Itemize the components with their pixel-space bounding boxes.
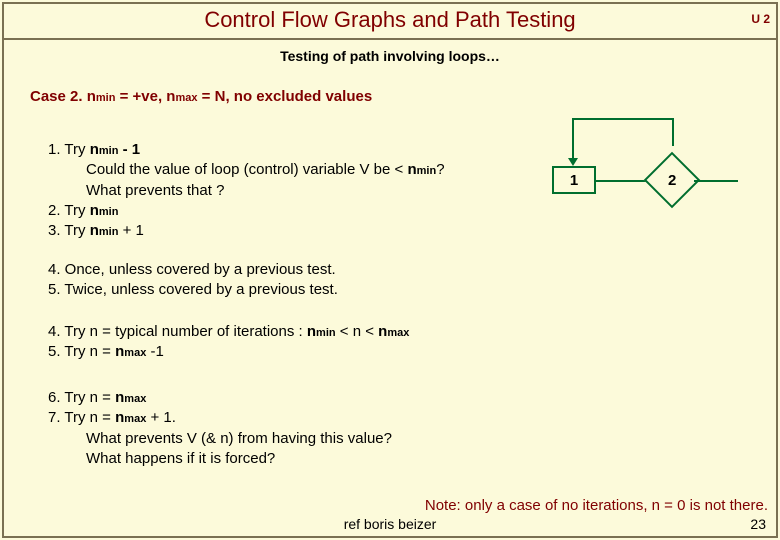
b4l1a: 6. Try n = <box>48 389 115 406</box>
node-1-label: 1 <box>570 172 578 189</box>
b4l2a: 7. Try n = <box>48 409 115 426</box>
b1l4b: n <box>90 202 99 219</box>
b3l1a: 4. Try n = typical number of iterations … <box>48 323 307 340</box>
b1l1s: min <box>99 145 119 157</box>
block-1: 1. Try nmin - 1 Could the value of loop … <box>48 140 445 241</box>
b1l5b: n <box>90 222 99 239</box>
subtitle: Testing of path involving loops… <box>0 48 780 64</box>
b3l2c: -1 <box>146 343 164 360</box>
case-t1: . n <box>78 88 96 105</box>
case-heading: Case 2. nmin = +ve, nmax = N, no exclude… <box>30 88 372 105</box>
edge-left-down <box>572 118 574 160</box>
b1l2c: ? <box>436 161 444 178</box>
b4l1s: max <box>124 393 146 405</box>
case-s1: min <box>96 92 116 104</box>
b3l1s: min <box>316 327 336 339</box>
b1l4a: 2. Try <box>48 202 90 219</box>
b4l2b: n <box>115 409 124 426</box>
b3l1c: < n < <box>336 323 379 340</box>
slide-title: Control Flow Graphs and Path Testing <box>204 7 575 33</box>
b1l1c: - 1 <box>118 141 140 158</box>
b1l4s: min <box>99 206 119 218</box>
flow-diagram: 1 2 <box>540 118 740 238</box>
edge-middle <box>596 180 646 182</box>
b2l1: 4. Once, unless covered by a previous te… <box>48 260 338 280</box>
arrow-to-node1 <box>568 158 578 166</box>
case-t3: = N, no excluded values <box>198 88 373 105</box>
node-2-label: 2 <box>668 172 676 189</box>
b3l2b: n <box>115 343 124 360</box>
b3l2a: 5. Try n = <box>48 343 115 360</box>
b1l2s: min <box>417 165 437 177</box>
b3l2s: max <box>124 347 146 359</box>
case-prefix: Case 2 <box>30 88 78 105</box>
b3l1b: n <box>307 323 316 340</box>
node-1: 1 <box>552 166 596 194</box>
b4l4: What happens if it is forced? <box>86 450 275 467</box>
b1l2a: Could the value of loop (control) variab… <box>86 161 407 178</box>
title-bar: Control Flow Graphs and Path Testing U 2 <box>2 2 778 40</box>
b2l2: 5. Twice, unless covered by a previous t… <box>48 280 338 300</box>
block-3: 4. Try n = typical number of iterations … <box>48 322 409 363</box>
edge-exit <box>694 180 738 182</box>
b1l3: What prevents that ? <box>86 182 224 199</box>
b1l2b: n <box>407 161 416 178</box>
note-text: Note: only a case of no iterations, n = … <box>425 497 768 514</box>
b4l2c: + 1. <box>146 409 176 426</box>
unit-label: U 2 <box>751 12 770 26</box>
b4l1b: n <box>115 389 124 406</box>
b1l1a: 1. Try <box>48 141 90 158</box>
b1l5c: + 1 <box>118 222 143 239</box>
b1l1b: n <box>90 141 99 158</box>
edge-right-down <box>672 118 674 146</box>
b1l5a: 3. Try <box>48 222 90 239</box>
case-t2: = +ve, n <box>115 88 175 105</box>
block-2: 4. Once, unless covered by a previous te… <box>48 260 338 301</box>
b4l3: What prevents V (& n) from having this v… <box>86 430 392 447</box>
case-s2: max <box>175 92 197 104</box>
b3l1s2: max <box>387 327 409 339</box>
b3l1d: n <box>378 323 387 340</box>
edge-top <box>572 118 674 120</box>
b1l5s: min <box>99 226 119 238</box>
reference: ref boris beizer <box>344 516 437 532</box>
page-number: 23 <box>750 516 766 532</box>
block-4: 6. Try n = nmax 7. Try n = nmax + 1. Wha… <box>48 388 392 469</box>
b4l2s: max <box>124 413 146 425</box>
